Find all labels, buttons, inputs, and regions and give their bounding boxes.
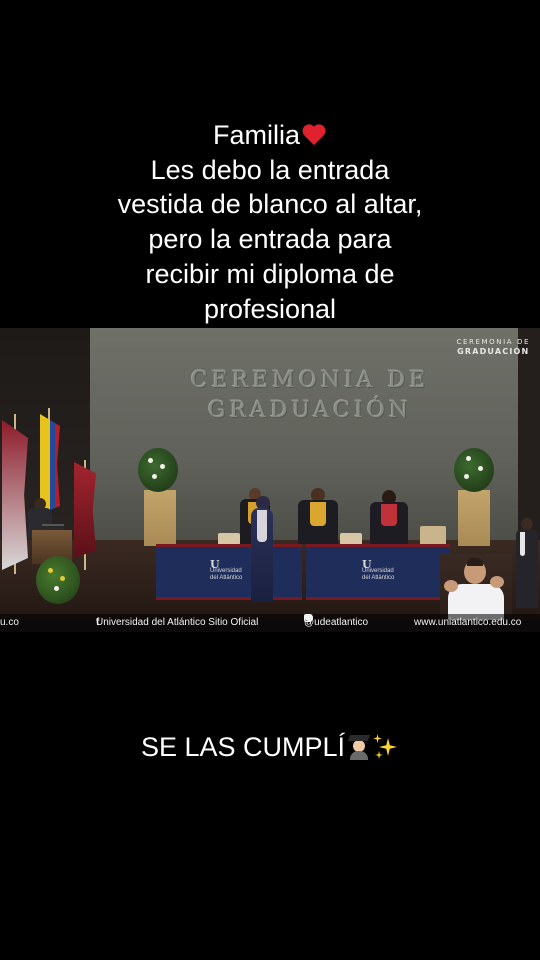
footer-facebook-text: Universidad del Atlántico Sitio Oficial bbox=[96, 617, 259, 628]
woman-graduate-icon bbox=[347, 734, 371, 760]
flag-maroon bbox=[74, 462, 96, 558]
flower-arrangement-right bbox=[454, 448, 494, 492]
sparkles-icon bbox=[373, 734, 399, 760]
corner-logo-line-1: CEREMONIA DE bbox=[456, 338, 530, 346]
caption-line-6: profesional bbox=[203, 293, 337, 324]
flag-red-white bbox=[2, 420, 28, 570]
backdrop-title-line-1: CEREMONIA DE bbox=[190, 368, 430, 393]
table-right: U Universidad del Atlántico bbox=[306, 544, 450, 600]
caption-line-1: Familia bbox=[40, 118, 500, 153]
footer-website[interactable]: www.uniatlantico.edu.co bbox=[414, 614, 521, 632]
flower-arrangement-left bbox=[138, 448, 178, 492]
backdrop-title: CEREMONIA DE GRADUACIÓN bbox=[190, 366, 430, 426]
caption-line-3: vestida de blanco al altar, bbox=[117, 189, 423, 220]
caption-line-1-text: Familia bbox=[212, 120, 300, 150]
bottom-caption: SE LAS CUMPLÍ bbox=[0, 730, 540, 764]
top-caption: Familia Les debo la entrada vestida de b… bbox=[40, 118, 500, 326]
footer-left-fragment: u.co bbox=[0, 617, 19, 628]
caption-line-5: recibir mi diploma de bbox=[145, 258, 395, 289]
bottom-caption-text: SE LAS CUMPLÍ bbox=[140, 732, 346, 762]
caption-line-4: pero la entrada para bbox=[148, 224, 392, 255]
pillar-left bbox=[144, 490, 176, 546]
official-center bbox=[298, 488, 338, 544]
side-table-box bbox=[420, 526, 446, 546]
backdrop-title-line-2: GRADUACIÓN bbox=[207, 398, 413, 423]
table-logo-right: U Universidad del Atlántico bbox=[362, 558, 395, 581]
red-heart-icon bbox=[301, 125, 327, 147]
official-right bbox=[370, 490, 408, 544]
pillar-right bbox=[458, 490, 490, 546]
floor-flower-arrangement bbox=[36, 556, 80, 604]
video-footer-bar: u.co f Universidad del Atlántico Sitio Of… bbox=[0, 614, 540, 632]
standing-person-right bbox=[516, 518, 538, 608]
sign-language-interpreter bbox=[440, 554, 512, 620]
footer-social-handle: @udeatlantico bbox=[304, 617, 369, 628]
caption-line-2: Les debo la entrada bbox=[150, 154, 390, 185]
table-left: U Universidad del Atlántico bbox=[156, 544, 302, 600]
corner-logo-line-2: GRADUACIÓN bbox=[457, 347, 530, 356]
corner-logo: CEREMONIA DE GRADUACIÓN bbox=[457, 338, 530, 356]
ceremony-video-frame[interactable]: CEREMONIA DE GRADUACIÓN CEREMONIA DE GRA… bbox=[0, 328, 540, 632]
graduate-walking bbox=[248, 496, 276, 602]
table-logo-left: U Universidad del Atlántico bbox=[210, 558, 243, 581]
